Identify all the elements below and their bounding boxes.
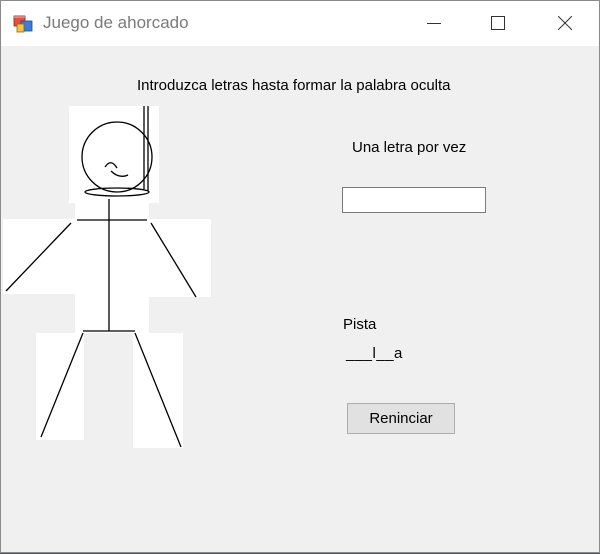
app-icon <box>13 15 33 33</box>
maximize-button[interactable] <box>475 1 521 46</box>
one-letter-label: Una letra por vez <box>352 139 467 156</box>
restart-button[interactable]: Reninciar <box>347 403 455 434</box>
hangman-right-leg-panel <box>133 333 183 448</box>
title-bar[interactable]: Juego de ahorcado <box>1 1 599 46</box>
masked-word-label: ___l__a <box>346 345 403 362</box>
hangman-left-leg-panel <box>36 333 84 440</box>
app-window: Juego de ahorcado Introduzca letras hast… <box>0 0 600 553</box>
close-icon <box>558 16 572 30</box>
hangman-body-panel <box>75 203 149 333</box>
window-title: Juego de ahorcado <box>43 13 189 32</box>
instructions-label: Introduzca letras hasta formar la palabr… <box>137 77 451 94</box>
letter-input[interactable] <box>342 187 486 213</box>
minimize-button[interactable] <box>411 1 457 46</box>
hangman-head-panel <box>69 106 159 203</box>
minimize-icon <box>427 23 441 24</box>
close-button[interactable] <box>542 1 588 46</box>
maximize-icon <box>491 16 505 30</box>
hint-title-label: Pista <box>343 316 377 333</box>
hangman-right-arm-panel <box>149 219 211 297</box>
hangman-left-arm-panel <box>3 219 75 294</box>
